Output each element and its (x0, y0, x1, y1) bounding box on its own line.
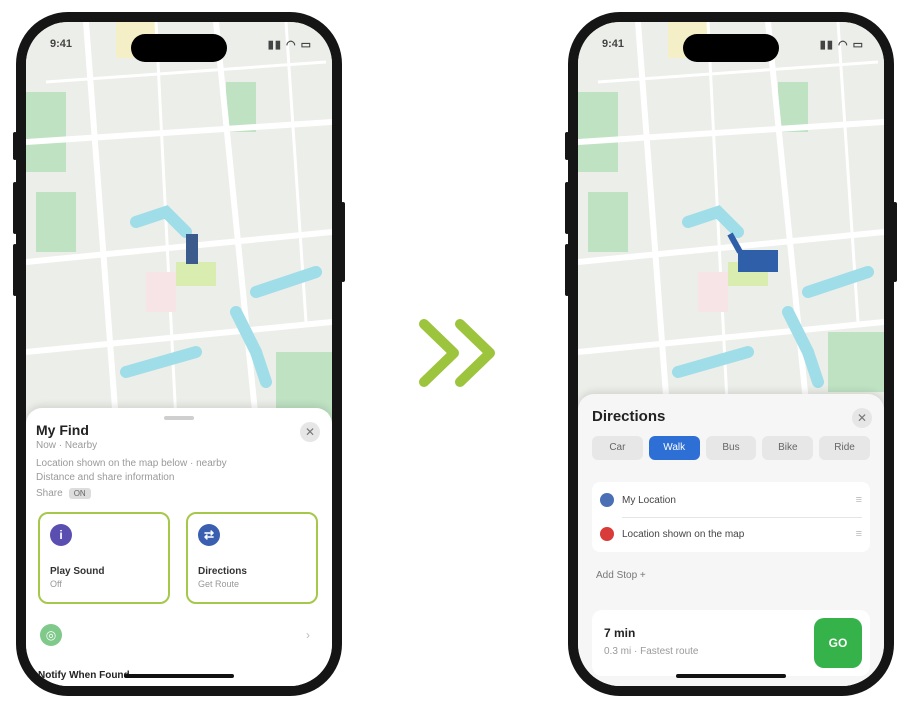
volume-down-button (13, 244, 17, 296)
car-icon: ⇄ (198, 524, 220, 546)
mode-bus[interactable]: Bus (705, 436, 757, 460)
directions-card[interactable]: ⇄ Directions Get Route (186, 512, 318, 604)
share-row[interactable]: Share ON (36, 488, 91, 499)
close-icon[interactable]: ✕ (300, 422, 320, 442)
play-sound-title: Play Sound (50, 566, 105, 577)
screen-left: 9:41 ▮▮ ◠ ▭ My Find ✕ Now · Nearby Locat… (26, 22, 332, 686)
chevron-right-icon: › (306, 628, 310, 642)
notify-title[interactable]: Notify When Found (38, 670, 130, 681)
volume-up-button (13, 182, 17, 234)
from-row[interactable]: My Location ≡ (600, 486, 862, 514)
location-arrow-icon (600, 493, 614, 507)
reorder-handle-icon[interactable]: ≡ (856, 528, 862, 540)
info-icon: i (50, 524, 72, 546)
directions-sub: Get Route (198, 579, 240, 589)
dynamic-island (131, 34, 227, 62)
sheet-grabber[interactable] (164, 416, 194, 420)
action-button (13, 132, 17, 160)
sheet-subtitle: Now · Nearby (36, 440, 98, 451)
phone-left: 9:41 ▮▮ ◠ ▭ My Find ✕ Now · Nearby Locat… (13, 12, 345, 696)
to-field[interactable]: Location shown on the map (622, 529, 848, 540)
home-indicator[interactable] (124, 674, 234, 678)
route-fields: My Location ≡ Location shown on the map … (592, 482, 870, 552)
map-view[interactable] (578, 22, 884, 422)
transport-mode-selector: Car Walk Bus Bike Ride (592, 436, 870, 460)
item-detail-sheet: My Find ✕ Now · Nearby Location shown on… (26, 408, 332, 686)
sheet-title: Directions (592, 408, 666, 425)
notify-icon[interactable]: ◎ (40, 624, 62, 646)
volume-down-button (565, 244, 569, 296)
directions-title: Directions (198, 566, 247, 577)
reorder-handle-icon[interactable]: ≡ (856, 494, 862, 506)
close-icon[interactable]: ✕ (852, 408, 872, 428)
sheet-title: My Find (36, 422, 89, 438)
trip-time: 7 min (604, 626, 636, 640)
home-indicator[interactable] (676, 674, 786, 678)
destination-pin-icon (600, 527, 614, 541)
play-sound-sub: Off (50, 579, 62, 589)
play-sound-card[interactable]: i Play Sound Off (38, 512, 170, 604)
mode-car[interactable]: Car (592, 436, 643, 460)
status-icons: ▮▮ ◠ ▭ (819, 39, 864, 51)
dynamic-island (683, 34, 779, 62)
share-badge: ON (68, 488, 91, 499)
go-button[interactable]: GO (814, 618, 862, 668)
power-button (893, 202, 897, 282)
mode-walk[interactable]: Walk (648, 436, 700, 460)
route-option-card[interactable]: 7 min 0.3 mi · Fastest route GO (592, 610, 870, 676)
directions-sheet: Directions ✕ Car Walk Bus Bike Ride My L… (578, 394, 884, 686)
mode-ride[interactable]: Ride (819, 436, 870, 460)
status-time: 9:41 (602, 38, 625, 50)
double-chevron-right-icon (419, 319, 495, 387)
address-line-2: Distance and share information (36, 472, 175, 483)
phone-right: 9:41 ▮▮ ◠ ▭ Directions ✕ Car Walk Bus Bi… (565, 12, 897, 696)
trip-details: 0.3 mi · Fastest route (604, 646, 699, 657)
screen-right: 9:41 ▮▮ ◠ ▭ Directions ✕ Car Walk Bus Bi… (578, 22, 884, 686)
volume-up-button (565, 182, 569, 234)
add-stop-button[interactable]: Add Stop + (596, 570, 646, 581)
status-time: 9:41 (50, 38, 73, 50)
mode-bike[interactable]: Bike (762, 436, 814, 460)
from-field[interactable]: My Location (622, 495, 848, 506)
divider (622, 517, 862, 518)
map-view[interactable] (26, 22, 332, 422)
status-icons: ▮▮ ◠ ▭ (267, 39, 312, 51)
address-line-1: Location shown on the map below · nearby (36, 458, 227, 469)
action-button (565, 132, 569, 160)
share-label: Share (36, 488, 63, 499)
to-row[interactable]: Location shown on the map ≡ (600, 520, 862, 548)
power-button (341, 202, 345, 282)
